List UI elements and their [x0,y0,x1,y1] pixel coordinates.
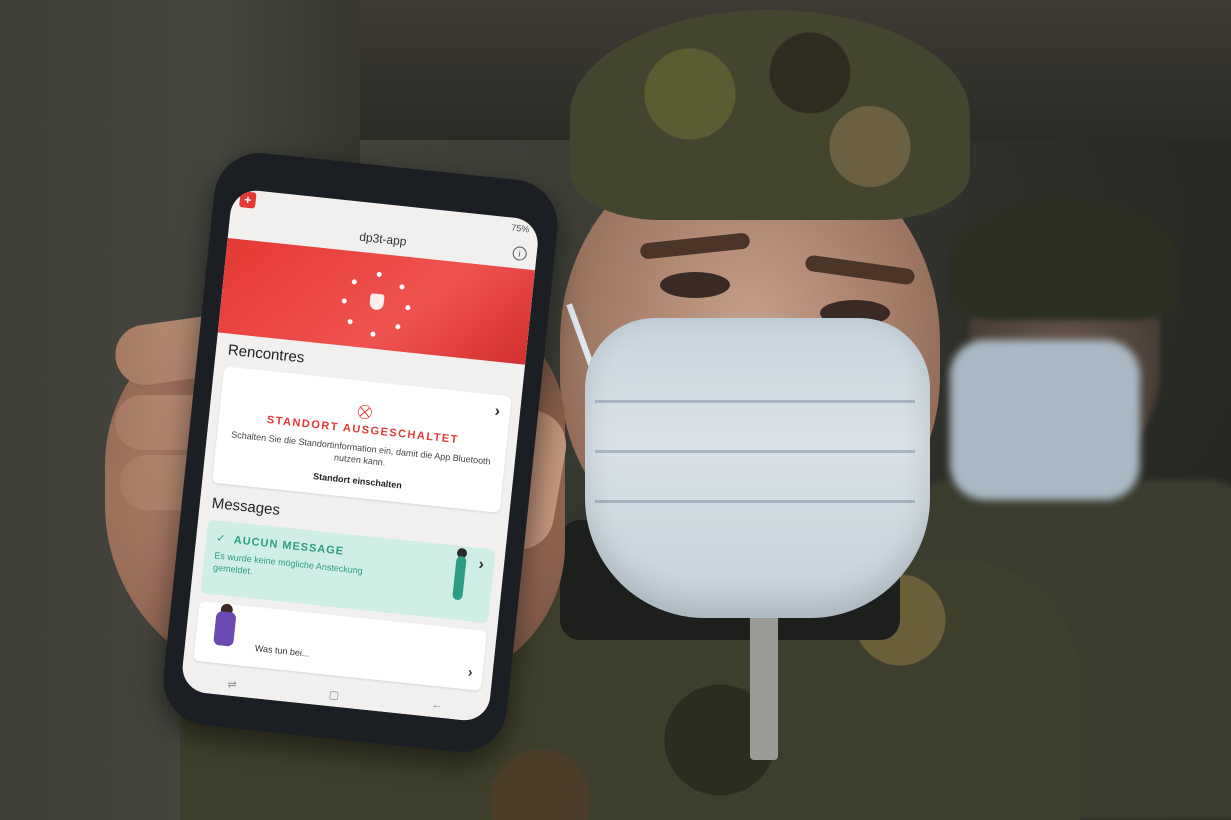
battery-level: 75% [510,222,530,235]
background-soldier-cap [950,200,1180,320]
surgical-mask [585,318,930,618]
ring-dot [351,279,358,285]
chevron-right-icon: › [493,402,501,421]
sitting-person-icon [213,610,237,647]
chevron-right-icon: › [467,663,474,680]
smartphone: 75% + dp3t-app i Rencontres › ⛒ STANDORT… [158,148,563,757]
ring-dot [347,318,353,325]
ring-dot [376,271,382,278]
phone-screen: 75% + dp3t-app i Rencontres › ⛒ STANDORT… [180,188,541,723]
mask-pleat [595,450,915,453]
check-icon: ✓ [215,532,227,546]
ring-dot [370,331,376,337]
left-eye [660,272,730,298]
chevron-right-icon: › [477,556,485,574]
home-button[interactable]: ▢ [328,688,340,702]
back-button[interactable]: ← [431,699,443,712]
ring-dot [341,298,347,304]
jacket-zipper [750,610,778,760]
ring-dot [399,284,405,290]
mask-pleat [595,400,915,403]
app-title: dp3t-app [358,229,408,249]
background-soldier-mask [950,340,1140,500]
shield-icon [369,293,385,311]
ring-dot [405,304,411,311]
info-icon[interactable]: i [511,245,528,262]
ring-dot [395,323,401,330]
soldier-camo-cap [570,10,970,220]
what-to-do-label: Was tun bei... [254,643,310,659]
swiss-cross-icon: + [239,191,257,209]
mask-pleat [595,500,915,503]
photo-scene: 75% + dp3t-app i Rencontres › ⛒ STANDORT… [0,0,1231,820]
recent-apps-button[interactable]: ⇌ [227,677,238,691]
